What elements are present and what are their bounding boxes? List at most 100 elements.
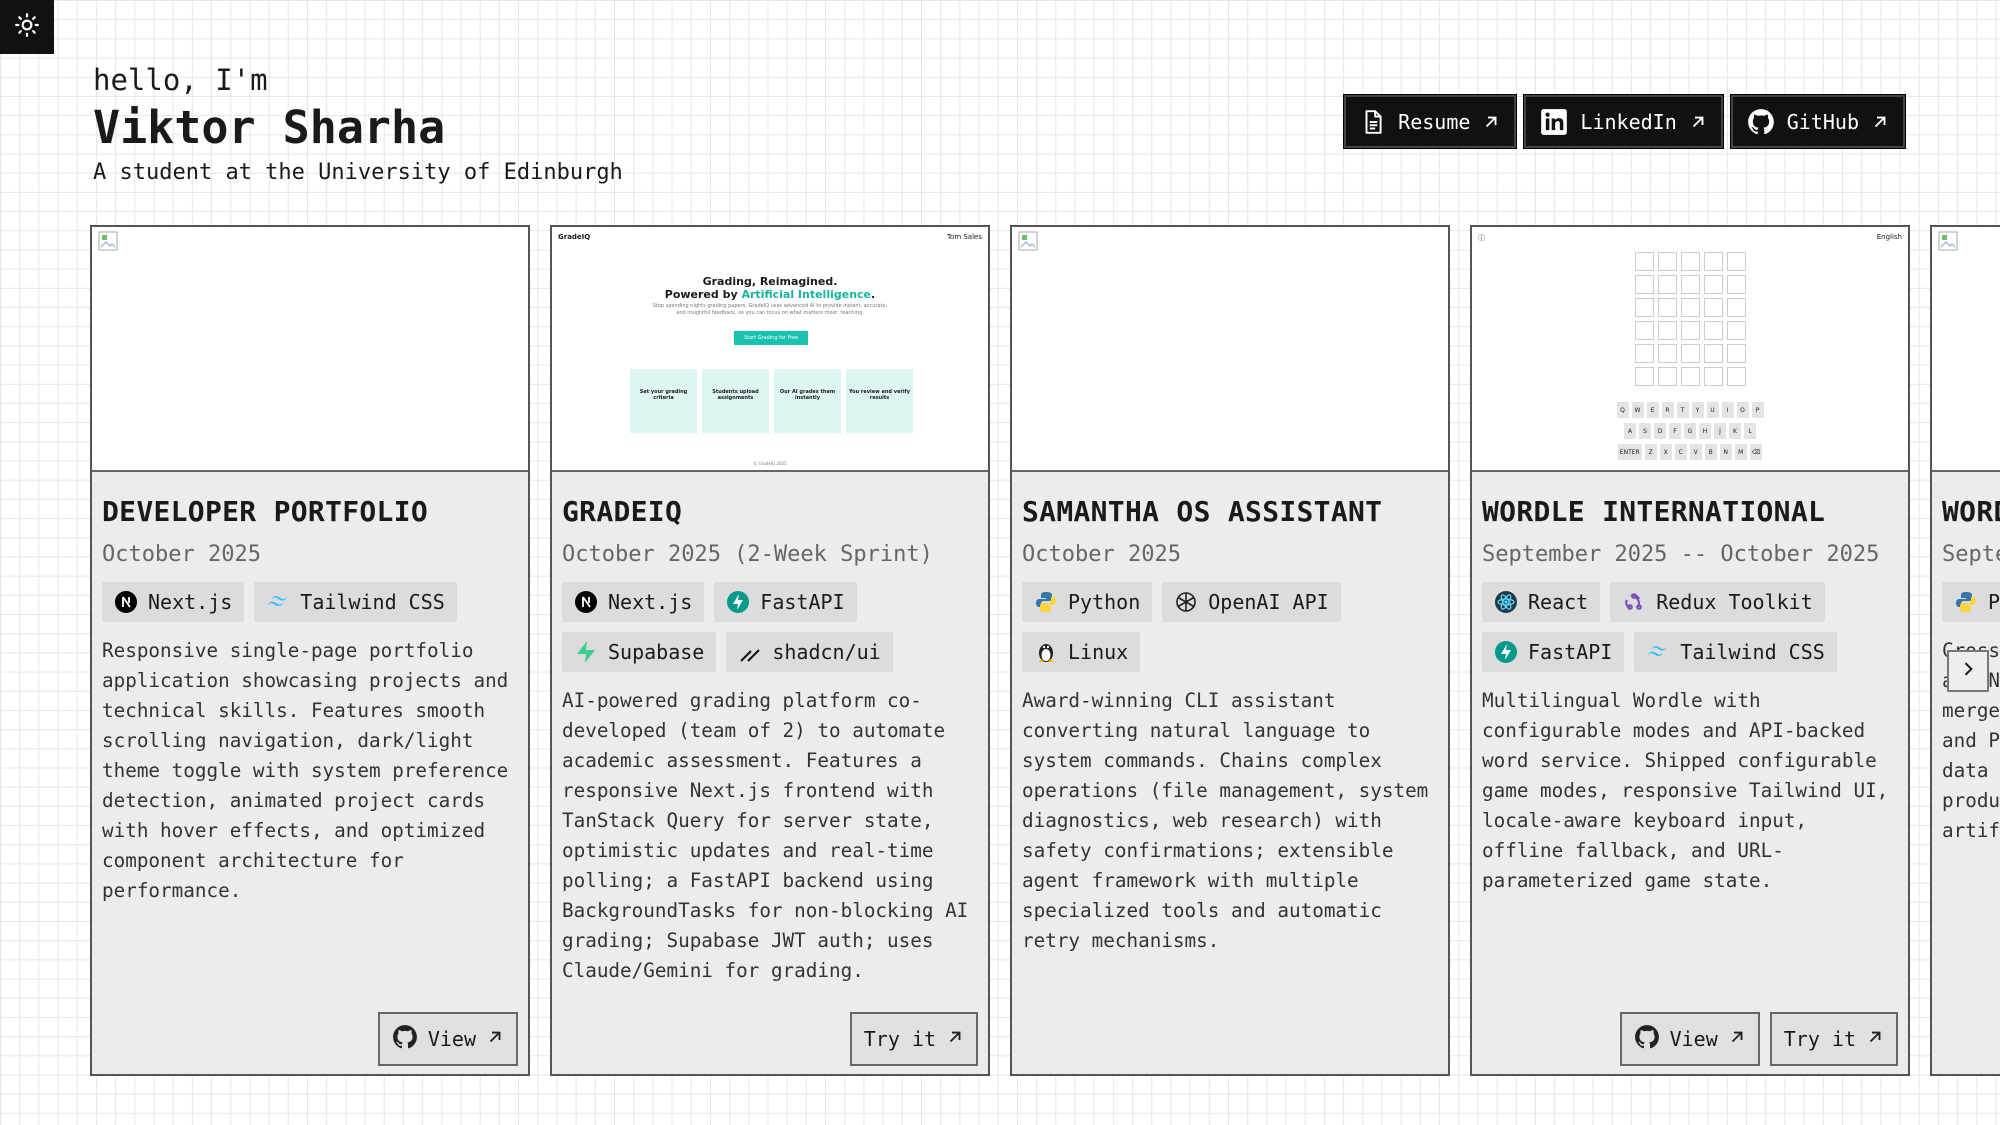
try-it-button[interactable]: Try it <box>849 1012 978 1066</box>
project-title: DEVELOPER PORTFOLIO <box>102 495 428 528</box>
sun-icon <box>14 12 40 42</box>
tech-tag-label: Redux Toolkit <box>1656 590 1813 614</box>
arrow-up-right-icon <box>1871 113 1889 131</box>
linkedin-button[interactable]: LinkedIn <box>1524 95 1723 148</box>
python-icon <box>1034 590 1058 614</box>
project-title: GRADEIQ <box>562 495 683 528</box>
key: W <box>1631 402 1644 418</box>
arrow-up-right-icon <box>1728 1027 1746 1051</box>
key: R <box>1661 402 1674 418</box>
key: I <box>1721 402 1734 418</box>
key: U <box>1706 402 1719 418</box>
github-label: GitHub <box>1786 109 1859 134</box>
key: C <box>1674 444 1687 460</box>
theme-toggle-button[interactable] <box>0 0 54 54</box>
key: T <box>1676 402 1689 418</box>
key: Z <box>1644 444 1657 460</box>
desc-line: and PD <box>1942 729 2000 752</box>
preview-step: Students upload assignments <box>702 369 769 433</box>
key: P <box>1751 402 1764 418</box>
redux-icon <box>1622 590 1646 614</box>
preview-step: You review and verify results <box>846 369 913 433</box>
preview-title-line2: Powered by Artificial Intelligence. <box>552 288 988 301</box>
tech-tags: Py <box>1942 582 2000 622</box>
key: ⌫ <box>1749 444 1763 460</box>
github-button[interactable]: GitHub <box>1730 95 1905 148</box>
project-card[interactable]: ⓘ English QWERTYUIOP ASDFGHJKL ENTER Z X… <box>1470 225 1910 1076</box>
project-thumbnail <box>1012 227 1448 472</box>
preview-hero-title: Grading, Reimagined. Powered by Artifici… <box>552 275 988 301</box>
tech-tag-label: Next.js <box>148 590 233 614</box>
intro-header: hello, I'm Viktor Sharha A student at th… <box>93 62 623 188</box>
key: K <box>1729 423 1741 439</box>
tech-tag-label: Tailwind CSS <box>300 590 445 614</box>
fastapi-icon <box>1494 640 1518 664</box>
preview-title-suffix: . <box>871 288 876 301</box>
tech-tag-label: React <box>1528 590 1589 614</box>
tech-tag: Py <box>1942 582 2000 622</box>
key: L <box>1744 423 1756 439</box>
tech-tags: Next.js Tailwind CSS <box>102 582 518 622</box>
react-icon <box>1494 590 1518 614</box>
github-icon <box>392 1024 418 1055</box>
tech-tag-label: Linux <box>1068 640 1129 664</box>
arrow-up-right-icon <box>946 1027 964 1051</box>
help-icon: ⓘ <box>1478 234 1485 242</box>
desc-line: data w <box>1942 759 2000 782</box>
preview-title-line1: Grading, Reimagined. <box>702 275 838 288</box>
broken-image-icon <box>98 231 118 255</box>
resume-label: Resume <box>1398 109 1471 134</box>
carousel-next-button[interactable] <box>1947 650 1989 692</box>
tech-tag-label: Py <box>1988 590 2000 614</box>
key: G <box>1684 423 1696 439</box>
python-icon <box>1954 590 1978 614</box>
name-heading: Viktor Sharha <box>93 101 446 154</box>
tailwind-icon <box>1646 640 1670 664</box>
supabase-icon <box>574 640 598 664</box>
tech-tag: FastAPI <box>714 582 857 622</box>
keyboard-row: QWERTYUIOP <box>1616 402 1764 418</box>
arrow-up-right-icon <box>1689 113 1707 131</box>
project-card[interactable]: GradeIQ Tom Sales Grading, Reimagined. P… <box>550 225 990 1076</box>
linkedin-label: LinkedIn <box>1580 109 1677 134</box>
arrow-up-right-icon <box>486 1027 504 1051</box>
preview-cta-button: Start Grading for Free <box>734 331 808 345</box>
tech-tag-label: Next.js <box>608 590 693 614</box>
resume-button[interactable]: Resume <box>1344 95 1517 148</box>
tech-tag: React <box>1482 582 1601 622</box>
key: S <box>1639 423 1651 439</box>
key: H <box>1699 423 1711 439</box>
project-thumbnail: ⓘ English QWERTYUIOP ASDFGHJKL ENTER Z X… <box>1472 227 1908 472</box>
key: E <box>1646 402 1659 418</box>
arrow-up-right-icon <box>1482 113 1500 131</box>
tech-tags: React Redux Toolkit FastAPI Tailwind CSS <box>1482 582 1898 672</box>
tech-tag-label: Python <box>1068 590 1141 614</box>
tech-tag-label: FastAPI <box>1528 640 1613 664</box>
project-card[interactable]: SAMANTHA OS ASSISTANT October 2025 Pytho… <box>1010 225 1450 1076</box>
try-it-button[interactable]: Try it <box>1769 1012 1898 1066</box>
linux-icon <box>1034 640 1058 664</box>
tech-tag: FastAPI <box>1482 632 1625 672</box>
project-card[interactable]: DEVELOPER PORTFOLIO October 2025 Next.js… <box>90 225 530 1076</box>
preview-brand: GradeIQ <box>558 233 591 241</box>
view-source-button[interactable]: View <box>1619 1012 1760 1066</box>
preview-footer: © GradeIQ 2025 <box>753 461 787 466</box>
project-thumbnail: GradeIQ Tom Sales Grading, Reimagined. P… <box>552 227 988 472</box>
try-it-label: Try it <box>863 1027 936 1051</box>
file-icon <box>1360 108 1386 136</box>
tech-tag-label: Supabase <box>608 640 705 664</box>
desc-line: artif <box>1942 819 2000 842</box>
project-description: Award-winning CLI assistant converting n… <box>1022 689 1429 952</box>
key: O <box>1736 402 1749 418</box>
shadcn-icon <box>738 640 762 664</box>
key: D <box>1654 423 1666 439</box>
gradeiq-preview: GradeIQ Tom Sales Grading, Reimagined. P… <box>552 227 988 470</box>
project-carousel: DEVELOPER PORTFOLIO October 2025 Next.js… <box>90 225 2000 1076</box>
github-icon <box>1634 1024 1660 1055</box>
project-title: WORDLE INTERNATIONAL <box>1482 495 1826 528</box>
external-links: Resume LinkedIn GitHub <box>1344 95 1905 148</box>
key: F <box>1669 423 1681 439</box>
tech-tag: Python <box>1022 582 1153 622</box>
view-source-button[interactable]: View <box>377 1012 518 1066</box>
broken-image-icon <box>1018 231 1038 255</box>
